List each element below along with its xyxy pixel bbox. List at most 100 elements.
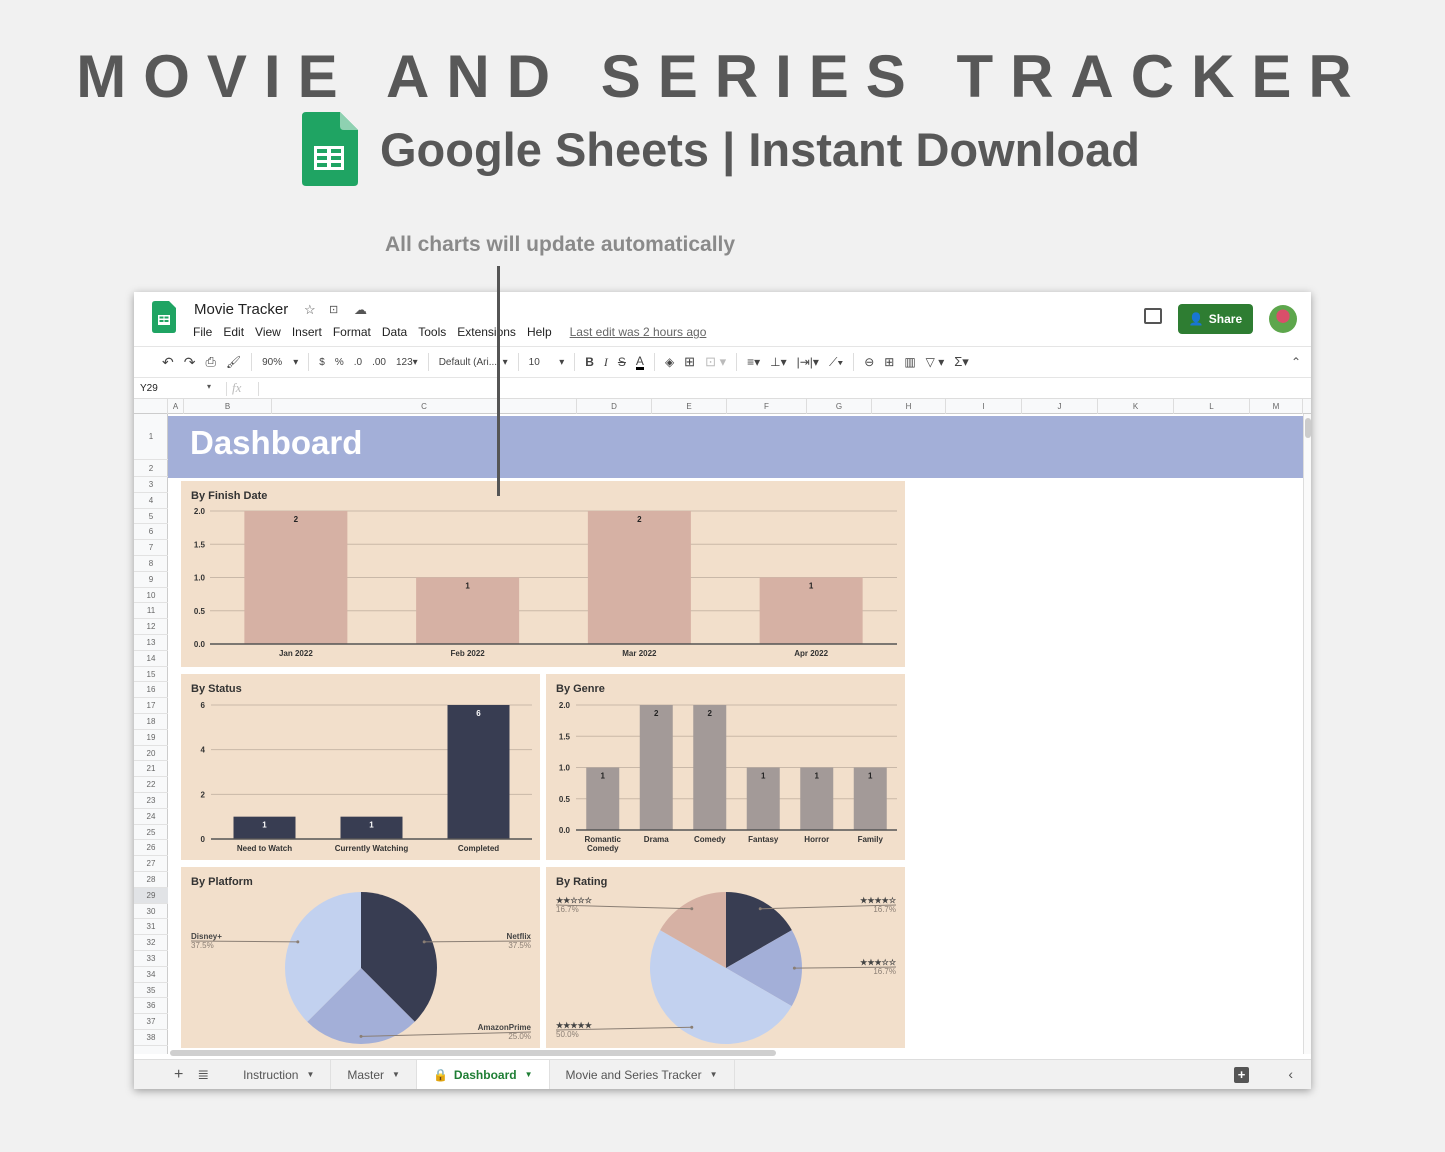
chart-by-finish-date[interactable]: By Finish Date 0.0 0.5 1.0 1.5 2.0 2 Jan 2022 1… bbox=[181, 481, 905, 667]
menu-help[interactable]: Help bbox=[527, 325, 552, 339]
document-title[interactable]: Movie Tracker bbox=[194, 301, 288, 318]
row-header[interactable]: 6 bbox=[134, 524, 168, 541]
menu-extensions[interactable]: Extensions bbox=[457, 325, 516, 339]
row-header[interactable]: 13 bbox=[134, 635, 168, 651]
sheet-tab-instruction[interactable]: Instruction ▼ bbox=[227, 1059, 332, 1089]
paint-format-icon[interactable]: 🖌 bbox=[226, 355, 241, 369]
row-header[interactable]: 4 bbox=[134, 493, 168, 509]
row-header[interactable]: 31 bbox=[134, 919, 168, 936]
horizontal-scroll-thumb[interactable] bbox=[170, 1050, 776, 1056]
row-header[interactable]: 28 bbox=[134, 872, 168, 888]
column-header[interactable]: H bbox=[872, 399, 946, 414]
column-header[interactable]: I bbox=[946, 399, 1022, 414]
row-header[interactable]: 12 bbox=[134, 619, 168, 635]
last-edit-link[interactable]: Last edit was 2 hours ago bbox=[570, 325, 707, 339]
menu-view[interactable]: View bbox=[255, 325, 281, 339]
insert-chart-icon[interactable]: ▥ bbox=[904, 355, 915, 369]
column-header[interactable]: G bbox=[807, 399, 872, 414]
row-header[interactable]: 1 bbox=[134, 414, 168, 460]
row-header[interactable]: 10 bbox=[134, 588, 168, 604]
menu-insert[interactable]: Insert bbox=[292, 325, 322, 339]
row-header[interactable]: 18 bbox=[134, 714, 168, 730]
sheets-home-icon[interactable] bbox=[152, 301, 176, 333]
chart-by-rating[interactable]: By Rating ★★★★☆ 16.7% ★★★☆☆ 16.7% ★★★★★ 50.0%… bbox=[546, 867, 905, 1052]
menu-tools[interactable]: Tools bbox=[418, 325, 446, 339]
row-header[interactable]: 27 bbox=[134, 856, 168, 872]
row-header[interactable]: 24 bbox=[134, 809, 168, 825]
row-header[interactable]: 8 bbox=[134, 556, 168, 572]
collapse-toolbar-icon[interactable]: ⌃ bbox=[1291, 355, 1301, 369]
row-header[interactable]: 34 bbox=[134, 967, 168, 983]
currency-format-button[interactable]: $ bbox=[319, 357, 325, 368]
sheet-tab-dashboard[interactable]: 🔒 Dashboard ▼ bbox=[416, 1059, 550, 1089]
row-header[interactable]: 36 bbox=[134, 998, 168, 1015]
row-header[interactable]: 38 bbox=[134, 1030, 168, 1046]
number-format-select[interactable]: 123▾ bbox=[396, 357, 418, 368]
text-rotation-icon[interactable]: ⟋▾ bbox=[829, 355, 843, 370]
row-header[interactable]: 19 bbox=[134, 730, 168, 746]
column-header[interactable]: J bbox=[1022, 399, 1098, 414]
column-header[interactable]: A bbox=[168, 399, 184, 414]
name-box[interactable]: Y29 bbox=[140, 383, 158, 394]
row-header[interactable]: 2 bbox=[134, 460, 168, 477]
functions-icon[interactable]: Σ▾ bbox=[954, 354, 969, 370]
merge-cells-icon[interactable]: ⊡ ▾ bbox=[705, 354, 726, 370]
italic-button[interactable]: I bbox=[604, 355, 608, 370]
print-icon[interactable]: ⎙ bbox=[205, 354, 215, 370]
menu-format[interactable]: Format bbox=[333, 325, 371, 339]
insert-comment-icon[interactable]: ⊞ bbox=[884, 355, 894, 369]
font-size-select[interactable]: 10 ▾ bbox=[529, 357, 565, 368]
row-header[interactable]: 21 bbox=[134, 761, 168, 778]
row-header[interactable]: 17 bbox=[134, 698, 168, 714]
comment-history-icon[interactable] bbox=[1144, 308, 1162, 324]
menu-file[interactable]: File bbox=[193, 325, 212, 339]
fill-color-icon[interactable]: ◈ bbox=[665, 355, 674, 369]
column-header[interactable]: D bbox=[577, 399, 652, 414]
row-header[interactable]: 37 bbox=[134, 1014, 168, 1030]
column-header[interactable]: F bbox=[727, 399, 807, 414]
star-icon[interactable]: ☆ bbox=[304, 302, 316, 318]
share-button[interactable]: 👤 Share bbox=[1178, 304, 1253, 334]
row-header[interactable]: 5 bbox=[134, 509, 168, 525]
side-panel-toggle-icon[interactable]: ‹ bbox=[1288, 1066, 1293, 1082]
column-header[interactable]: C bbox=[272, 399, 577, 414]
vertical-align-icon[interactable]: ⊥▾ bbox=[770, 355, 786, 369]
decrease-decimal-button[interactable]: .0 bbox=[354, 357, 362, 368]
row-header[interactable]: 20 bbox=[134, 746, 168, 762]
vertical-scrollbar[interactable] bbox=[1303, 414, 1311, 1054]
sheet-tab-movie-and-series-tracker[interactable]: Movie and Series Tracker ▼ bbox=[550, 1059, 735, 1089]
percent-format-button[interactable]: % bbox=[335, 357, 344, 368]
user-avatar[interactable] bbox=[1269, 305, 1297, 333]
column-header[interactable]: M bbox=[1250, 399, 1303, 414]
row-header[interactable]: 9 bbox=[134, 572, 168, 588]
undo-icon[interactable]: ↶ bbox=[162, 354, 174, 371]
zoom-select[interactable]: 90% ▾ bbox=[262, 357, 298, 368]
row-header[interactable]: 25 bbox=[134, 825, 168, 841]
all-sheets-icon[interactable]: ≣ bbox=[197, 1066, 209, 1083]
column-header[interactable]: K bbox=[1098, 399, 1174, 414]
horizontal-align-icon[interactable]: ≡▾ bbox=[747, 355, 760, 369]
chart-by-platform[interactable]: By Platform Netflix 37.5% AmazonPrime 25.0%… bbox=[181, 867, 540, 1052]
filter-icon[interactable]: ▽ ▾ bbox=[926, 355, 945, 369]
column-header[interactable]: B bbox=[184, 399, 272, 414]
row-header[interactable]: 11 bbox=[134, 603, 168, 620]
insert-link-icon[interactable]: ⊖ bbox=[864, 355, 874, 369]
redo-icon[interactable]: ↷ bbox=[184, 354, 196, 371]
row-header[interactable]: 30 bbox=[134, 904, 168, 920]
select-all-corner[interactable] bbox=[134, 399, 168, 414]
bold-button[interactable]: B bbox=[585, 355, 594, 369]
column-header[interactable]: L bbox=[1174, 399, 1250, 414]
vertical-scroll-thumb[interactable] bbox=[1305, 418, 1311, 438]
row-header[interactable]: 23 bbox=[134, 793, 168, 809]
menu-edit[interactable]: Edit bbox=[223, 325, 244, 339]
cloud-status-icon[interactable]: ☁ bbox=[354, 302, 367, 318]
row-header[interactable]: 29 bbox=[134, 887, 168, 904]
name-box-dropdown-icon[interactable]: ▾ bbox=[207, 382, 211, 391]
borders-icon[interactable]: ⊞ bbox=[684, 354, 695, 370]
menu-data[interactable]: Data bbox=[382, 325, 407, 339]
chart-by-status[interactable]: By Status 0 2 4 6 1 Need to Watch 1 Currently W… bbox=[181, 674, 540, 860]
column-header[interactable]: E bbox=[652, 399, 727, 414]
row-header[interactable]: 35 bbox=[134, 983, 168, 999]
row-header[interactable]: 14 bbox=[134, 651, 168, 667]
row-header[interactable]: 32 bbox=[134, 935, 168, 951]
